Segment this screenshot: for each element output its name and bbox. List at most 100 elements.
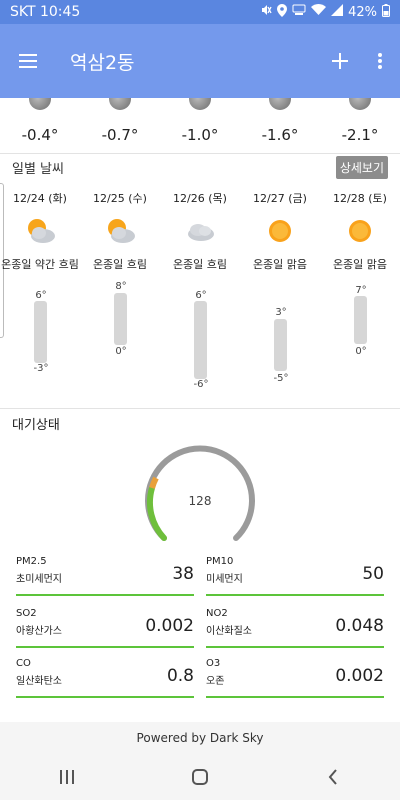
hourly-item: -0.4° xyxy=(0,98,80,144)
partly-cloudy-icon xyxy=(23,214,57,248)
high-temp: 6° xyxy=(195,290,207,301)
daily-desc: 온종일 약간 흐림 xyxy=(1,258,79,271)
metric-kor: 오존 xyxy=(206,676,225,687)
add-location-icon[interactable] xyxy=(320,41,360,81)
metric-name: O3 xyxy=(206,658,221,669)
high-temp: 8° xyxy=(115,281,127,292)
hourly-temp: -1.0° xyxy=(181,126,219,144)
temp-range-bar xyxy=(114,293,127,345)
hourly-item: -2.1° xyxy=(320,98,400,144)
metric-kor: 이산화질소 xyxy=(206,626,252,637)
section-divider xyxy=(0,408,400,409)
daily-date: 12/26 (목) xyxy=(173,192,227,205)
temp-range-bar xyxy=(274,319,287,371)
location-title: 역삼2동 xyxy=(70,51,135,74)
gauge-value: 128 xyxy=(188,494,212,508)
daily-date: 12/27 (금) xyxy=(253,192,307,205)
hourly-item: -1.0° xyxy=(160,98,240,144)
daily-item[interactable]: 12/26 (목) 온종일 흐림 xyxy=(160,190,240,272)
hourly-temp: -0.4° xyxy=(21,126,59,144)
metric-kor: 미세먼지 xyxy=(206,574,243,585)
daily-date: 12/28 (토) xyxy=(333,192,387,205)
metric-value: 0.8 xyxy=(166,666,194,686)
sun-icon xyxy=(263,214,297,248)
location-icon xyxy=(277,3,288,21)
daily-item[interactable]: 12/28 (토) 온종일 맑음 xyxy=(320,190,400,272)
metric-name: PM10 xyxy=(206,556,234,567)
metric-kor: 일산화탄소 xyxy=(16,676,62,687)
temp-range-bar xyxy=(34,301,47,363)
high-temp: 3° xyxy=(275,307,287,318)
partly-cloudy-icon xyxy=(103,214,137,248)
sun-icon xyxy=(343,214,377,248)
metric-no2: NO2 이산화질소 0.048 xyxy=(206,608,384,648)
metric-pm10: PM10 미세먼지 50 xyxy=(206,556,384,596)
temp-range-bar xyxy=(354,296,367,344)
moon-icon xyxy=(269,98,291,110)
metric-name: SO2 xyxy=(16,608,37,619)
metric-kor: 초미세먼지 xyxy=(16,574,62,585)
metric-name: NO2 xyxy=(206,608,228,619)
hourly-item: -0.7° xyxy=(80,98,160,144)
metric-kor: 아황산가스 xyxy=(16,626,62,637)
status-time: SKT 10:45 xyxy=(10,4,81,20)
metric-pm25: PM2.5 초미세먼지 38 xyxy=(16,556,194,596)
cloudy-icon xyxy=(183,214,217,248)
signal-icon xyxy=(331,4,344,20)
hourly-temp: -2.1° xyxy=(341,126,379,144)
daily-desc: 온종일 흐림 xyxy=(92,258,148,271)
metric-value: 38 xyxy=(172,564,194,584)
recent-apps-icon[interactable] xyxy=(37,757,97,797)
metric-value: 0.048 xyxy=(335,616,384,636)
metric-so2: SO2 아황산가스 0.002 xyxy=(16,608,194,648)
metric-co: CO 일산화탄소 0.8 xyxy=(16,658,194,698)
daily-header: 일별 날씨 상세보기 xyxy=(0,156,400,180)
low-temp: 0° xyxy=(115,346,127,357)
low-temp: -3° xyxy=(33,363,49,374)
wifi-icon xyxy=(311,4,327,20)
moon-icon xyxy=(109,98,131,110)
daily-desc: 온종일 흐림 xyxy=(172,258,228,271)
moon-icon xyxy=(349,98,371,110)
status-icons: 42% xyxy=(260,3,390,21)
daily-item[interactable]: 12/25 (수) 온종일 흐림 xyxy=(80,190,160,272)
moon-icon xyxy=(189,98,211,110)
home-icon[interactable] xyxy=(170,757,230,797)
metric-name: PM2.5 xyxy=(16,556,47,567)
menu-icon[interactable] xyxy=(0,33,56,89)
daily-title: 일별 날씨 xyxy=(12,162,64,177)
low-temp: -5° xyxy=(273,373,289,384)
battery-level: 42% xyxy=(348,4,377,20)
high-temp: 6° xyxy=(35,290,47,301)
more-options-icon[interactable] xyxy=(360,41,400,81)
detail-button[interactable]: 상세보기 xyxy=(335,156,388,179)
hourly-temp: -1.6° xyxy=(261,126,299,144)
app-bar: 역삼2동 xyxy=(0,24,400,98)
daily-date: 12/25 (수) xyxy=(93,192,147,205)
status-bar: SKT 10:45 42% xyxy=(0,0,400,24)
low-temp: -6° xyxy=(193,379,209,390)
hourly-temp: -0.7° xyxy=(101,126,139,144)
low-temp: 0° xyxy=(355,346,367,357)
battery-icon xyxy=(382,3,390,21)
daily-item[interactable]: 12/24 (화) 온종일 약간 흐림 xyxy=(0,190,80,272)
daily-item[interactable]: 12/27 (금) 온종일 맑음 xyxy=(240,190,320,272)
metric-o3: O3 오존 0.002 xyxy=(206,658,384,698)
mute-icon xyxy=(260,4,272,20)
volte-icon xyxy=(292,4,306,20)
hourly-item: -1.6° xyxy=(240,98,320,144)
metric-value: 0.002 xyxy=(145,616,194,636)
moon-icon xyxy=(29,98,51,110)
daily-desc: 온종일 맑음 xyxy=(332,258,388,271)
metric-value: 0.002 xyxy=(335,666,384,686)
temp-range-bar xyxy=(194,301,207,379)
metric-name: CO xyxy=(16,658,31,669)
system-nav-bar xyxy=(0,754,400,800)
high-temp: 7° xyxy=(355,285,367,296)
back-icon[interactable] xyxy=(303,757,363,797)
hourly-forecast[interactable]: -0.4° -0.7° -1.0° -1.6° -2.1° xyxy=(0,98,400,154)
powered-by: Powered by Dark Sky xyxy=(0,722,400,754)
daily-date: 12/24 (화) xyxy=(13,192,67,205)
air-quality-title: 대기상태 xyxy=(12,418,60,433)
metric-value: 50 xyxy=(362,564,384,584)
